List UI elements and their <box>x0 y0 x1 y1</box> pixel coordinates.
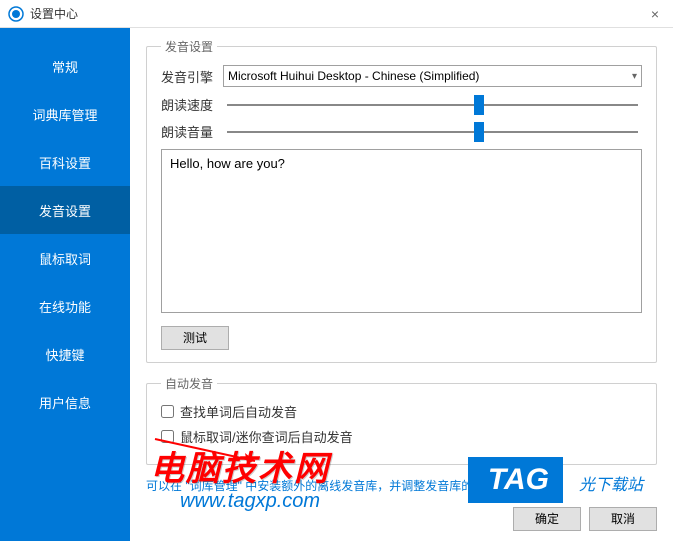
auto-voice-group: 自动发音 查找单词后自动发音 鼠标取词/迷你查词后自动发音 <box>146 375 657 465</box>
auto-voice-check1[interactable] <box>161 405 174 418</box>
sidebar-item-encyclopedia[interactable]: 百科设置 <box>0 138 130 186</box>
voice-settings-group: 发音设置 发音引擎 Microsoft Huihui Desktop - Chi… <box>146 38 657 363</box>
engine-label: 发音引擎 <box>161 67 223 86</box>
auto-voice-check2-row[interactable]: 鼠标取词/迷你查词后自动发音 <box>161 427 642 446</box>
titlebar: 设置中心 × <box>0 0 673 28</box>
sidebar-item-user[interactable]: 用户信息 <box>0 378 130 426</box>
speed-slider[interactable] <box>227 104 638 106</box>
engine-select[interactable]: Microsoft Huihui Desktop - Chinese (Simp… <box>223 65 642 87</box>
auto-voice-check2-label: 鼠标取词/迷你查词后自动发音 <box>180 427 353 446</box>
content-panel: 发音设置 发音引擎 Microsoft Huihui Desktop - Chi… <box>130 28 673 541</box>
ok-button[interactable]: 确定 <box>513 507 581 531</box>
hint-text: 可以在 "词库管理" 中安装额外的离线发音库，并调整发音库的顺序 <box>146 477 657 494</box>
chevron-down-icon: ▾ <box>632 71 637 82</box>
volume-thumb[interactable] <box>474 122 484 142</box>
speed-label: 朗读速度 <box>161 95 223 114</box>
sidebar-item-hotkey[interactable]: 快捷键 <box>0 330 130 378</box>
sidebar-item-general[interactable]: 常规 <box>0 42 130 90</box>
cancel-button[interactable]: 取消 <box>589 507 657 531</box>
auto-voice-check2[interactable] <box>161 430 174 443</box>
test-button[interactable]: 测试 <box>161 326 229 350</box>
sidebar-item-voice[interactable]: 发音设置 <box>0 186 130 234</box>
app-icon <box>8 6 24 22</box>
volume-slider[interactable] <box>227 131 638 133</box>
auto-voice-check1-label: 查找单词后自动发音 <box>180 402 297 421</box>
sidebar-item-dictionary[interactable]: 词典库管理 <box>0 90 130 138</box>
sidebar: 常规 词典库管理 百科设置 发音设置 鼠标取词 在线功能 快捷键 用户信息 <box>0 28 130 541</box>
engine-value: Microsoft Huihui Desktop - Chinese (Simp… <box>228 69 479 83</box>
speed-thumb[interactable] <box>474 95 484 115</box>
window-title: 设置中心 <box>30 5 78 22</box>
sidebar-item-online[interactable]: 在线功能 <box>0 282 130 330</box>
voice-settings-legend: 发音设置 <box>161 38 217 55</box>
close-button[interactable]: × <box>645 4 665 24</box>
auto-voice-check1-row[interactable]: 查找单词后自动发音 <box>161 402 642 421</box>
auto-voice-legend: 自动发音 <box>161 375 217 392</box>
test-textarea[interactable]: Hello, how are you? <box>161 149 642 313</box>
sidebar-item-mouse[interactable]: 鼠标取词 <box>0 234 130 282</box>
volume-label: 朗读音量 <box>161 122 223 141</box>
